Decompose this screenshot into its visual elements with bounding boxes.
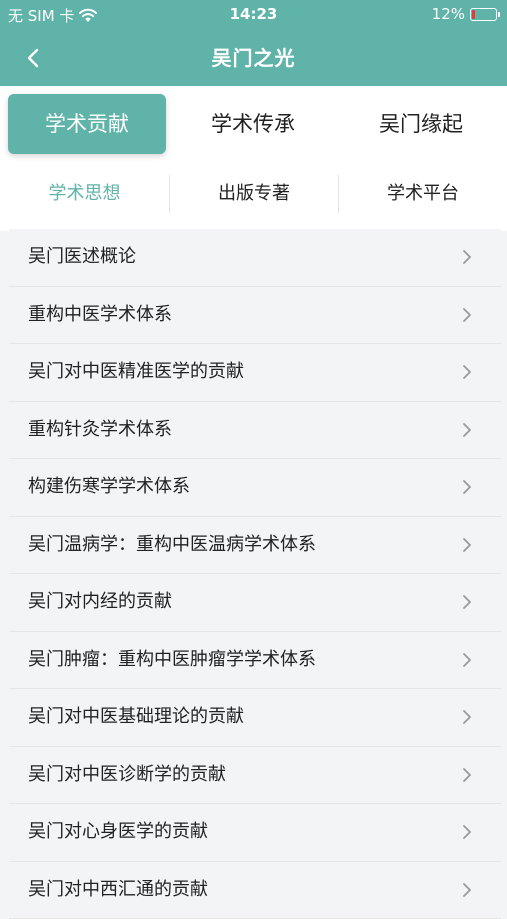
chevron-right-icon (461, 422, 473, 438)
header: 无 SIM 卡 14:23 12% 吴门之光 (0, 0, 507, 86)
chevron-right-icon (461, 249, 473, 265)
list-item[interactable]: 吴门对中西汇通的贡献 (9, 862, 501, 919)
list-item-label: 吴门医述概论 (28, 229, 136, 285)
nav-bar: 吴门之光 (0, 30, 507, 86)
chevron-right-icon (461, 537, 473, 553)
chevron-right-icon (461, 594, 473, 610)
list-item-label: 吴门对内经的贡献 (28, 574, 172, 630)
list-item-label: 吴门对中西汇通的贡献 (28, 862, 208, 918)
list-item[interactable]: 吴门医述概论 (9, 229, 501, 287)
list-item-label: 吴门温病学：重构中医温病学术体系 (28, 517, 316, 573)
list-item-label: 构建伤寒学学术体系 (28, 459, 190, 515)
subtab-academic-platform[interactable]: 学术平台 (339, 166, 507, 231)
chevron-right-icon (461, 364, 473, 380)
subtab-academic-thought[interactable]: 学术思想 (0, 166, 169, 231)
list-item-label: 吴门对心身医学的贡献 (28, 804, 208, 860)
chevron-right-icon (461, 479, 473, 495)
topic-list: 吴门医述概论 重构中医学术体系 吴门对中医精准医学的贡献 重构针灸学术体系 构建… (9, 229, 501, 919)
list-item-label: 吴门对中医精准医学的贡献 (28, 344, 244, 400)
chevron-right-icon (461, 709, 473, 725)
list-item[interactable]: 吴门肿瘤：重构中医肿瘤学学术体系 (9, 632, 501, 690)
list-item-label: 吴门对中医诊断学的贡献 (28, 747, 226, 803)
battery-percent: 12% (432, 5, 465, 23)
subtab-publications[interactable]: 出版专著 (170, 166, 338, 231)
list-item[interactable]: 重构针灸学术体系 (9, 402, 501, 460)
chevron-right-icon (461, 767, 473, 783)
list-item[interactable]: 重构中医学术体系 (9, 287, 501, 345)
list-item[interactable]: 吴门对中医诊断学的贡献 (9, 747, 501, 805)
list-item[interactable]: 吴门温病学：重构中医温病学术体系 (9, 517, 501, 575)
tab-academic-contribution[interactable]: 学术贡献 (8, 94, 166, 154)
status-bar: 无 SIM 卡 14:23 12% (0, 0, 507, 30)
list-item-label: 重构针灸学术体系 (28, 402, 172, 458)
main-tabs: 学术贡献 学术传承 吴门缘起 (0, 86, 507, 166)
chevron-right-icon (461, 824, 473, 840)
list-item-label: 吴门对中医基础理论的贡献 (28, 689, 244, 745)
list-item[interactable]: 吴门对内经的贡献 (9, 574, 501, 632)
list-item[interactable]: 构建伤寒学学术体系 (9, 459, 501, 517)
list-item[interactable]: 吴门对心身医学的贡献 (9, 804, 501, 862)
list-item-label: 吴门肿瘤：重构中医肿瘤学学术体系 (28, 632, 316, 688)
list-item[interactable]: 吴门对中医基础理论的贡献 (9, 689, 501, 747)
tab-wumen-origin[interactable]: 吴门缘起 (342, 94, 500, 154)
battery-level (472, 10, 475, 19)
sub-tabs: 学术思想 出版专著 学术平台 (0, 166, 507, 231)
battery-icon (470, 8, 497, 21)
status-right: 12% (432, 5, 497, 23)
list-item-label: 重构中医学术体系 (28, 287, 172, 343)
page-title: 吴门之光 (0, 42, 507, 71)
tab-academic-inheritance[interactable]: 学术传承 (174, 94, 332, 154)
chevron-right-icon (461, 307, 473, 323)
list-item[interactable]: 吴门对中医精准医学的贡献 (9, 344, 501, 402)
chevron-right-icon (461, 652, 473, 668)
chevron-right-icon (461, 882, 473, 898)
